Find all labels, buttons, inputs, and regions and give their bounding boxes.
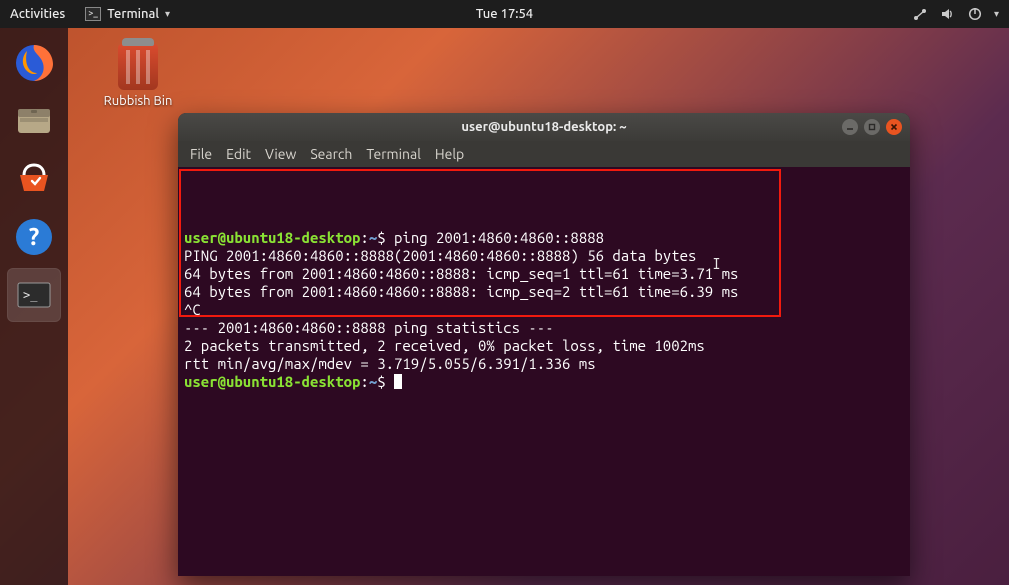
- menu-edit[interactable]: Edit: [226, 146, 251, 162]
- clock[interactable]: Tue 17:54: [476, 7, 533, 21]
- prompt-symbol: $: [377, 373, 385, 390]
- menu-help[interactable]: Help: [435, 146, 464, 162]
- terminal-command: ping 2001:4860:4860::8888: [386, 229, 604, 246]
- terminal-output: 64 bytes from 2001:4860:4860::8888: icmp…: [184, 283, 738, 300]
- terminal-command: [386, 373, 394, 390]
- cursor-block-icon: [394, 374, 402, 389]
- terminal-line: user@ubuntu18-desktop:~$ ping 2001:4860:…: [184, 229, 604, 246]
- desktop-icon-rubbish-bin[interactable]: Rubbish Bin: [92, 44, 184, 108]
- terminal-output: PING 2001:4860:4860::8888(2001:4860:4860…: [184, 247, 696, 264]
- terminal-output: 2 packets transmitted, 2 received, 0% pa…: [184, 337, 705, 354]
- svg-text:>_: >_: [23, 288, 38, 302]
- menu-file[interactable]: File: [190, 146, 212, 162]
- terminal-body[interactable]: I user@ubuntu18-desktop:~$ ping 2001:486…: [178, 167, 910, 576]
- terminal-line: user@ubuntu18-desktop:~$: [184, 373, 402, 390]
- terminal-window: user@ubuntu18-desktop: ~ File Edit View …: [178, 113, 910, 576]
- dock-help[interactable]: ?: [7, 210, 61, 264]
- network-icon[interactable]: [912, 7, 928, 21]
- desktop-icon-label: Rubbish Bin: [104, 94, 173, 108]
- terminal-output: --- 2001:4860:4860::8888 ping statistics…: [184, 319, 554, 336]
- active-app-menu[interactable]: Terminal ▾: [85, 7, 170, 21]
- dock-software[interactable]: [7, 152, 61, 206]
- active-app-label: Terminal: [107, 7, 159, 21]
- system-menu-chevron-icon[interactable]: ▾: [994, 8, 999, 20]
- svg-text:?: ?: [29, 223, 40, 250]
- window-titlebar[interactable]: user@ubuntu18-desktop: ~: [178, 113, 910, 141]
- software-center-icon: [12, 157, 56, 201]
- help-icon: ?: [12, 215, 56, 259]
- terminal-app-icon: [85, 7, 101, 21]
- dock: ? >_: [0, 28, 68, 585]
- window-controls: [842, 119, 902, 135]
- menu-search[interactable]: Search: [310, 146, 352, 162]
- terminal-output: rtt min/avg/max/mdev = 3.719/5.055/6.391…: [184, 355, 596, 372]
- files-icon: [12, 99, 56, 143]
- activities-button[interactable]: Activities: [10, 7, 65, 21]
- window-minimize-button[interactable]: [842, 119, 858, 135]
- prompt-path: ~: [369, 373, 377, 390]
- prompt-path: ~: [369, 229, 377, 246]
- window-close-button[interactable]: [886, 119, 902, 135]
- top-bar: Activities Terminal ▾ Tue 17:54 ▾: [0, 0, 1009, 28]
- firefox-icon: [12, 41, 56, 85]
- dock-files[interactable]: [7, 94, 61, 148]
- power-icon[interactable]: [968, 7, 982, 21]
- chevron-down-icon: ▾: [165, 8, 170, 20]
- terminal-output: ^C: [184, 301, 201, 318]
- menu-terminal[interactable]: Terminal: [366, 146, 421, 162]
- dock-terminal[interactable]: >_: [7, 268, 61, 322]
- menu-view[interactable]: View: [265, 146, 296, 162]
- volume-icon[interactable]: [940, 7, 956, 21]
- trash-icon: [118, 44, 158, 90]
- prompt-symbol: $: [377, 229, 385, 246]
- dock-firefox[interactable]: [7, 36, 61, 90]
- window-title: user@ubuntu18-desktop: ~: [461, 120, 626, 134]
- prompt-sep: :: [360, 229, 368, 246]
- window-maximize-button[interactable]: [864, 119, 880, 135]
- prompt-sep: :: [360, 373, 368, 390]
- terminal-icon: >_: [12, 273, 56, 317]
- terminal-menubar: File Edit View Search Terminal Help: [178, 141, 910, 167]
- prompt-user: user@ubuntu18-desktop: [184, 229, 360, 246]
- terminal-output: 64 bytes from 2001:4860:4860::8888: icmp…: [184, 265, 738, 282]
- prompt-user: user@ubuntu18-desktop: [184, 373, 360, 390]
